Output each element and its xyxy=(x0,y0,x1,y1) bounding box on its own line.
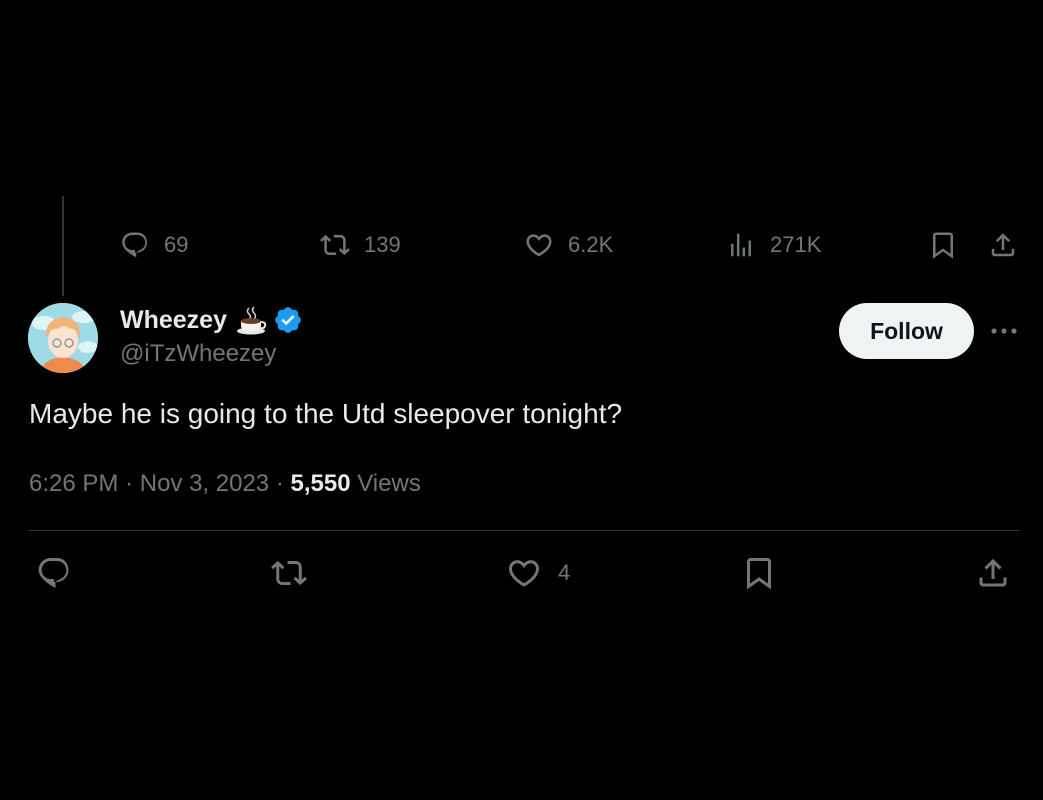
like-count: 4 xyxy=(558,560,571,585)
author-block: Wheezey @iTzWheezey xyxy=(120,300,303,368)
tweet-views-label: Views xyxy=(357,470,421,497)
follow-button[interactable]: Follow xyxy=(839,303,974,359)
tweet-meta: 6:26 PM · Nov 3, 2023 · 5,550 Views xyxy=(29,470,421,498)
reply-icon xyxy=(38,558,69,588)
repost-count: 139 xyxy=(364,232,401,257)
tweet-action-bar: 4 xyxy=(0,555,1043,591)
heart-icon xyxy=(508,560,540,587)
share-action[interactable] xyxy=(975,555,1011,591)
repost-action[interactable]: 139 xyxy=(320,230,401,260)
meta-separator: · xyxy=(125,470,134,497)
reply-icon xyxy=(122,232,148,258)
bookmark-action[interactable] xyxy=(928,230,958,260)
bookmark-icon xyxy=(933,232,953,259)
views-action[interactable]: 271K xyxy=(726,230,821,260)
bookmark-icon xyxy=(747,558,771,590)
share-action[interactable] xyxy=(988,230,1018,260)
meta-separator: · xyxy=(275,470,284,497)
verified-badge-icon[interactable] xyxy=(273,305,303,335)
like-action[interactable]: 4 xyxy=(506,555,570,591)
avatar[interactable] xyxy=(28,303,98,373)
reply-count: 69 xyxy=(164,232,189,257)
share-icon xyxy=(991,233,1015,257)
bookmark-action[interactable] xyxy=(741,555,777,591)
display-name[interactable]: Wheezey xyxy=(120,306,227,335)
avatar-image xyxy=(28,303,98,373)
reply-action[interactable] xyxy=(36,555,72,591)
repost-icon xyxy=(320,234,350,256)
parent-tweet-action-bar: 69 139 6.2K 271K xyxy=(0,228,1043,262)
repost-icon xyxy=(271,560,307,586)
views-count: 271K xyxy=(770,232,822,257)
like-count: 6.2K xyxy=(568,232,614,257)
tweet-text: Maybe he is going to the Utd sleepover t… xyxy=(29,398,623,429)
share-icon xyxy=(979,558,1007,587)
author-name-row: Wheezey xyxy=(120,300,303,340)
coffee-emoji-icon xyxy=(236,306,267,335)
tweet-time[interactable]: 6:26 PM xyxy=(29,470,118,497)
heart-icon xyxy=(526,234,552,257)
more-icon[interactable] xyxy=(988,316,1020,346)
tweet-date[interactable]: Nov 3, 2023 xyxy=(140,470,269,497)
repost-action[interactable] xyxy=(271,555,307,591)
reply-action[interactable]: 69 xyxy=(120,230,188,260)
user-handle[interactable]: @iTzWheezey xyxy=(120,340,303,368)
like-action[interactable]: 6.2K xyxy=(524,230,613,260)
divider xyxy=(28,530,1020,531)
tweet-views-count: 5,550 xyxy=(290,470,351,497)
analytics-icon xyxy=(731,233,751,257)
